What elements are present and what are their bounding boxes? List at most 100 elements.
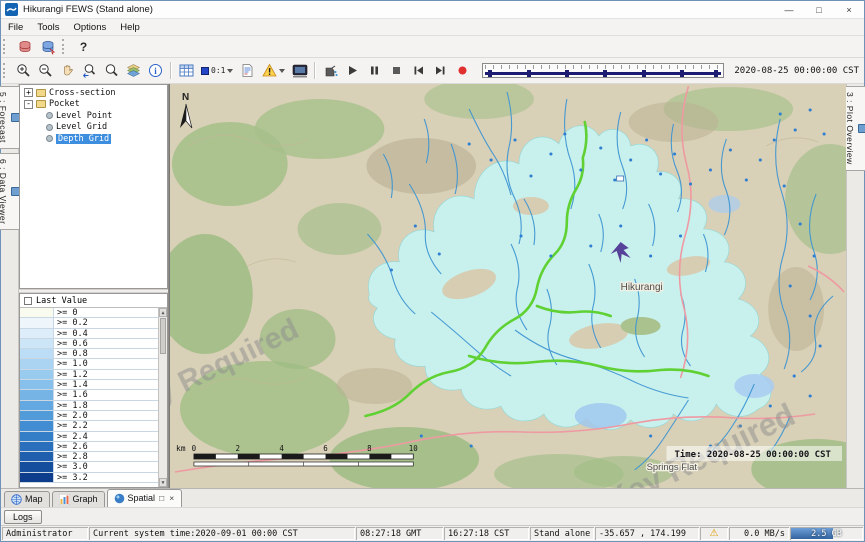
maximize-button[interactable]: □ <box>804 1 834 18</box>
legend-row[interactable]: >= 2.4 <box>20 432 158 442</box>
legend-row[interactable]: >= 0.6 <box>20 339 158 349</box>
status-system-time: Current system time:2020-09-01 00:00 CST <box>89 527 355 540</box>
folder-icon <box>36 100 46 108</box>
scroll-track[interactable] <box>159 355 167 478</box>
left-tab-strip: 5 : Forecast 6 : Data Viewer <box>1 84 19 488</box>
legend-header-label: Last Value <box>36 296 87 306</box>
timeline-marker[interactable] <box>642 70 646 77</box>
zoom-out-icon[interactable] <box>35 60 56 81</box>
tree-row-pocket[interactable]: - Pocket <box>20 99 167 111</box>
legend-row[interactable]: >= 2.8 <box>20 452 158 462</box>
database-red-icon[interactable] <box>14 36 35 57</box>
toolbar-grip[interactable] <box>3 39 9 54</box>
legend-row[interactable]: >= 0.2 <box>20 318 158 328</box>
database-blue-icon[interactable] <box>37 36 58 57</box>
town-label-hikurangi: Hikurangi <box>621 282 663 293</box>
menu-help[interactable]: Help <box>113 22 147 33</box>
status-bar: Administrator Current system time:2020-0… <box>1 525 864 541</box>
stop-button[interactable] <box>386 60 407 81</box>
tab-spatial[interactable]: Spatial □ × <box>107 489 183 507</box>
legend-row[interactable]: >= 3.0 <box>20 462 158 472</box>
legend-row[interactable]: >= 1.2 <box>20 370 158 380</box>
animation-export-icon[interactable] <box>320 60 341 81</box>
timeseries-document-icon[interactable] <box>237 60 258 81</box>
toolbar-grip[interactable] <box>3 63 9 78</box>
zoom-in-icon[interactable] <box>13 60 34 81</box>
legend-row[interactable]: >= 2.2 <box>20 421 158 431</box>
toolbar-grip[interactable] <box>62 39 68 54</box>
zoom-previous-icon[interactable] <box>79 60 100 81</box>
scroll-up-icon[interactable]: ▲ <box>159 308 167 317</box>
scroll-down-icon[interactable]: ▼ <box>159 478 167 487</box>
scale-tick: 6 <box>323 444 328 453</box>
grid-display-icon[interactable] <box>176 60 197 81</box>
legend-label: >= 1.0 <box>54 359 158 368</box>
menu-bar: File Tools Options Help <box>1 19 864 36</box>
legend-row[interactable]: >= 2.0 <box>20 411 158 421</box>
tab-plot-overview[interactable]: 3 : Plot Overview <box>843 86 865 171</box>
tab-map[interactable]: Map <box>4 491 50 507</box>
panel-maximize-icon[interactable]: □ <box>158 494 165 503</box>
pause-button[interactable] <box>364 60 385 81</box>
status-user: Administrator <box>2 527 88 540</box>
title-bar: Hikurangi FEWS (Stand alone) — □ × <box>1 1 864 19</box>
frame-counter-dropdown[interactable]: 0:1 <box>198 61 236 81</box>
tab-graph[interactable]: Graph <box>52 491 105 507</box>
warnings-dropdown[interactable] <box>259 61 288 81</box>
tree-label-selected[interactable]: Depth Grid <box>56 134 111 144</box>
record-button[interactable] <box>452 60 473 81</box>
minimize-button[interactable]: — <box>774 1 804 18</box>
skip-end-button[interactable] <box>430 60 451 81</box>
scroll-thumb[interactable] <box>160 318 166 354</box>
tree-row-level-grid[interactable]: Level Grid <box>20 122 167 134</box>
tree-row-cross-section[interactable]: + Cross-section <box>20 87 167 99</box>
close-button[interactable]: × <box>834 1 864 18</box>
play-button[interactable] <box>342 60 363 81</box>
help-icon[interactable]: ? <box>73 36 94 57</box>
panel-close-icon[interactable]: × <box>168 494 175 503</box>
legend-label: >= 2.2 <box>54 421 158 430</box>
north-label: N <box>182 92 189 103</box>
legend-row[interactable]: >= 0.4 <box>20 329 158 339</box>
map-pin-icon <box>617 176 624 181</box>
collapse-icon[interactable]: - <box>24 100 33 109</box>
legend-row[interactable]: >= 2.6 <box>20 442 158 452</box>
menu-options[interactable]: Options <box>67 22 114 33</box>
tree-row-depth-grid[interactable]: Depth Grid <box>20 133 167 145</box>
timeline-marker[interactable] <box>680 70 684 77</box>
zoom-extent-icon[interactable] <box>101 60 122 81</box>
menu-file[interactable]: File <box>1 22 30 33</box>
map-canvas[interactable]: API Key Required API Key Required N km 0… <box>170 84 846 488</box>
timeline-marker[interactable] <box>527 70 531 77</box>
logs-button[interactable]: Logs <box>4 510 42 524</box>
legend-row[interactable]: >= 1.0 <box>20 359 158 369</box>
timeline-slider[interactable] <box>482 63 724 78</box>
status-warning-icon[interactable]: ⚠ <box>700 527 728 540</box>
menu-tools[interactable]: Tools <box>30 22 66 33</box>
timeline-marker[interactable] <box>488 70 492 77</box>
pan-hand-icon[interactable] <box>57 60 78 81</box>
tree-label[interactable]: Level Point <box>56 111 112 121</box>
tree-label[interactable]: Cross-section <box>49 88 116 98</box>
tree-label[interactable]: Level Grid <box>56 122 107 132</box>
legend-row[interactable]: >= 1.4 <box>20 380 158 390</box>
legend-label: >= 2.0 <box>54 411 158 420</box>
skip-start-button[interactable] <box>408 60 429 81</box>
legend-row[interactable]: >= 0 <box>20 308 158 318</box>
timeline-marker[interactable] <box>714 70 718 77</box>
legend-scrollbar[interactable]: ▲ ▼ <box>158 308 167 487</box>
movie-player-icon[interactable] <box>289 60 310 81</box>
data-viewer-panel: + Cross-section - Pocket Level Point Lev… <box>19 84 169 488</box>
legend-row[interactable]: >= 3.2 <box>20 473 158 483</box>
legend-row[interactable]: >= 1.6 <box>20 390 158 400</box>
last-value-checkbox[interactable] <box>24 297 32 305</box>
expand-icon[interactable]: + <box>24 88 33 97</box>
tree-row-level-point[interactable]: Level Point <box>20 110 167 122</box>
info-icon[interactable]: i <box>145 60 166 81</box>
legend-row[interactable]: >= 1.8 <box>20 401 158 411</box>
tree-label[interactable]: Pocket <box>49 99 80 109</box>
timeline-marker[interactable] <box>565 70 569 77</box>
timeline-marker[interactable] <box>603 70 607 77</box>
legend-row[interactable]: >= 0.8 <box>20 349 158 359</box>
layers-icon[interactable] <box>123 60 144 81</box>
